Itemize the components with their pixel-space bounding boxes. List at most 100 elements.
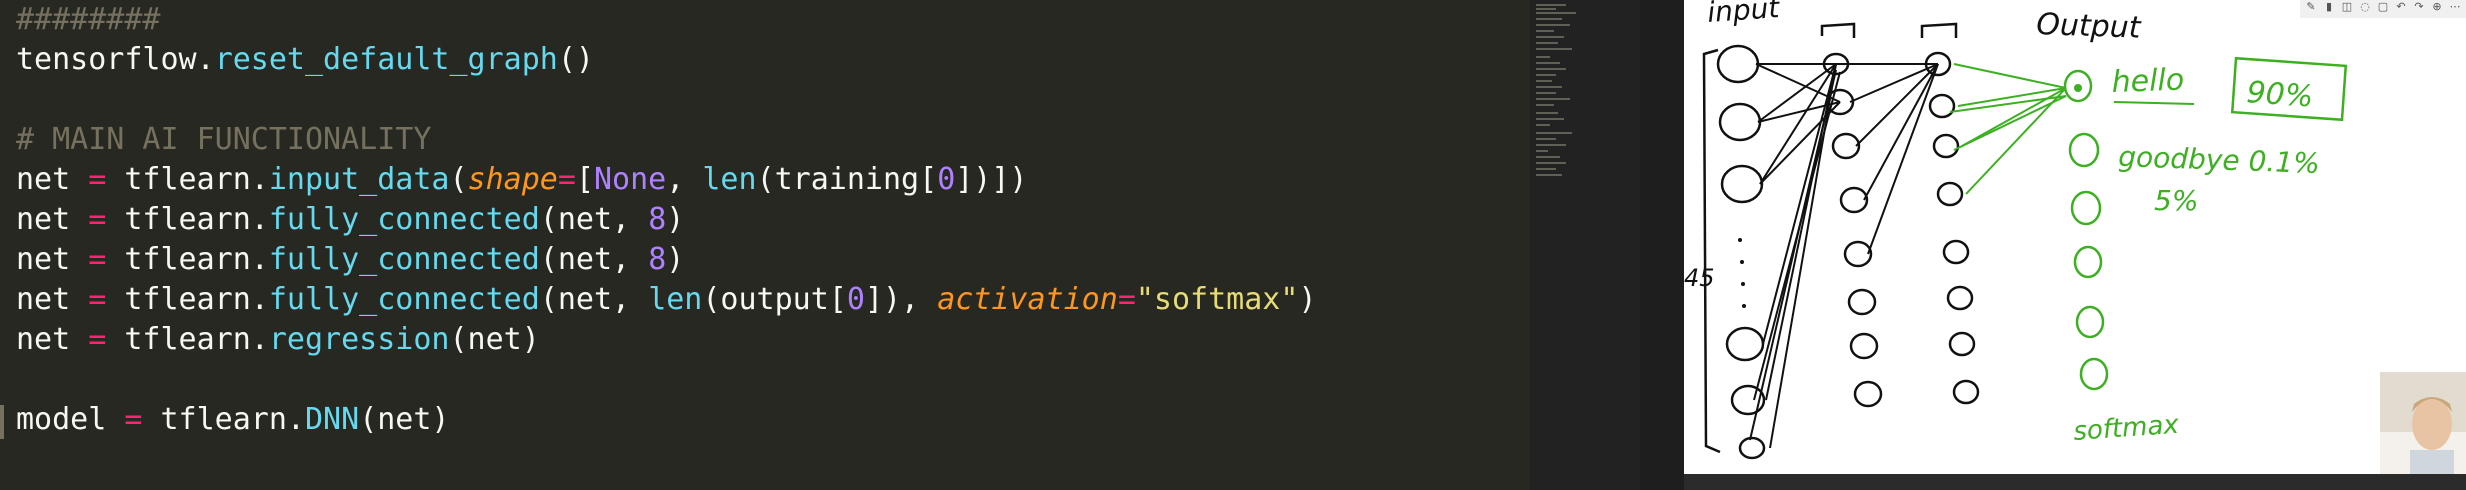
minimap-line xyxy=(1536,8,1556,10)
minimap-line xyxy=(1536,56,1550,58)
minimap[interactable] xyxy=(1530,0,1640,490)
output-node xyxy=(2079,357,2109,391)
code-token: DNN xyxy=(305,402,360,437)
minimap-line xyxy=(1536,12,1576,14)
minimap-line xyxy=(1536,86,1562,88)
code-line[interactable]: net = tflearn.regression(net) xyxy=(16,320,1317,360)
input-label: input xyxy=(1706,0,1781,29)
output-node-dot xyxy=(2074,84,2082,92)
minimap-line xyxy=(1536,162,1566,164)
code-token: net xyxy=(16,162,89,197)
code-token: net xyxy=(16,322,89,357)
divider xyxy=(1640,0,1684,490)
code-line[interactable]: net = tflearn.fully_connected(net, 8) xyxy=(16,200,1317,240)
goodbye-label: goodbye 0.1% xyxy=(2118,140,2320,180)
code-editor[interactable]: ######## tensorflow.reset_default_graph()… xyxy=(0,0,1530,490)
code-token: ######## xyxy=(16,2,161,37)
code-token: "softmax" xyxy=(1135,282,1299,317)
code-token: 0 xyxy=(937,162,956,197)
code-token: 8 xyxy=(648,202,667,237)
code-token: (net, xyxy=(539,242,649,277)
code-token: net xyxy=(16,242,89,277)
input-node xyxy=(1718,102,1762,142)
hidden2-node xyxy=(1952,379,1980,405)
code-token: = xyxy=(124,402,143,437)
hello-underline xyxy=(2113,101,2195,105)
code-token: = xyxy=(557,162,576,197)
code-line[interactable]: model = tflearn.DNN(net) xyxy=(16,400,1317,440)
code-token: (training[ xyxy=(756,162,938,197)
hidden2-bracket xyxy=(1920,22,1958,38)
code-token: (output[ xyxy=(702,282,847,317)
minimap-line xyxy=(1536,150,1548,152)
minimap-line xyxy=(1536,92,1556,94)
webcam-overlay xyxy=(2380,372,2466,474)
output-node xyxy=(2068,132,2100,168)
connection-line xyxy=(1753,71,1841,401)
output-label: Output xyxy=(2036,7,2143,46)
code-token: ])]) xyxy=(955,162,1028,197)
minimap-line xyxy=(1536,168,1556,170)
code-token: tflearn. xyxy=(106,202,269,237)
code-token: fully_connected xyxy=(268,202,540,237)
minimap-line xyxy=(1536,156,1560,158)
minimap-line xyxy=(1536,104,1554,106)
minimap-line xyxy=(1536,62,1560,64)
code-token: tflearn. xyxy=(106,162,269,197)
ellipsis-dot xyxy=(1738,238,1742,242)
code-token: ) xyxy=(666,242,685,277)
code-line[interactable]: ######## xyxy=(16,0,1317,40)
hidden2-node xyxy=(1942,239,1970,265)
minimap-line xyxy=(1536,132,1572,134)
code-line[interactable]: tensorflow.reset_default_graph() xyxy=(16,40,1317,80)
code-token: len xyxy=(702,162,757,197)
ellipsis-dot xyxy=(1742,304,1746,308)
code-line[interactable] xyxy=(16,360,1317,400)
hidden1-node xyxy=(1839,186,1869,214)
connection-line xyxy=(1849,63,1939,103)
code-token: shape xyxy=(467,162,558,197)
code-token: = xyxy=(1117,282,1136,317)
current-line-marker xyxy=(0,405,4,439)
code-token: (net, xyxy=(539,202,649,237)
code-token: None xyxy=(594,162,667,197)
softmax-label: softmax xyxy=(2072,410,2180,447)
input-bracket xyxy=(1702,48,1721,454)
hidden1-node xyxy=(1847,288,1877,316)
code-token: tflearn. xyxy=(106,242,269,277)
code-token: fully_connected xyxy=(268,242,540,277)
output-node xyxy=(2073,245,2103,279)
connection-line xyxy=(1867,63,1939,255)
code-line[interactable] xyxy=(16,80,1317,120)
code-line[interactable]: # MAIN AI FUNCTIONALITY xyxy=(16,120,1317,160)
code-token: 8 xyxy=(648,242,667,277)
minimap-line xyxy=(1536,98,1570,100)
code-token: ]), xyxy=(864,282,938,317)
hidden2-node xyxy=(1946,285,1974,311)
code-token: = xyxy=(88,322,107,357)
code-line[interactable]: net = tflearn.input_data(shape=[None, le… xyxy=(16,160,1317,200)
input-node xyxy=(1738,436,1766,460)
output-connection xyxy=(1953,63,2067,89)
code-line[interactable]: net = tflearn.fully_connected(net, 8) xyxy=(16,240,1317,280)
hidden2-node xyxy=(1948,331,1976,357)
whiteboard-canvas[interactable]: ✎ ▮ ◫ ◌ ▢ ↶ ↷ ⊕ ⋯ input Output 45 hello 90% goodbye 0… xyxy=(1684,0,2466,474)
hidden1-node xyxy=(1843,240,1873,268)
code-text[interactable]: ######## tensorflow.reset_default_graph()… xyxy=(16,0,1317,440)
input-node xyxy=(1725,326,1765,362)
code-token: tflearn. xyxy=(106,282,269,317)
minimap-line xyxy=(1536,74,1556,76)
code-token: reset_default_graph xyxy=(214,42,558,77)
output-node xyxy=(2070,190,2102,226)
hidden2-node xyxy=(1928,93,1956,119)
minimap-line xyxy=(1536,42,1558,44)
ellipsis-dot xyxy=(1741,282,1745,286)
code-line[interactable]: net = tflearn.fully_connected(net, len(o… xyxy=(16,280,1317,320)
minimap-line xyxy=(1536,118,1564,120)
hidden2-node xyxy=(1936,181,1964,207)
code-token: (net, xyxy=(539,282,649,317)
code-token: # MAIN AI FUNCTIONALITY xyxy=(16,122,432,157)
code-token: activation xyxy=(937,282,1118,317)
minimap-line xyxy=(1536,138,1556,140)
minimap-line xyxy=(1536,18,1562,20)
